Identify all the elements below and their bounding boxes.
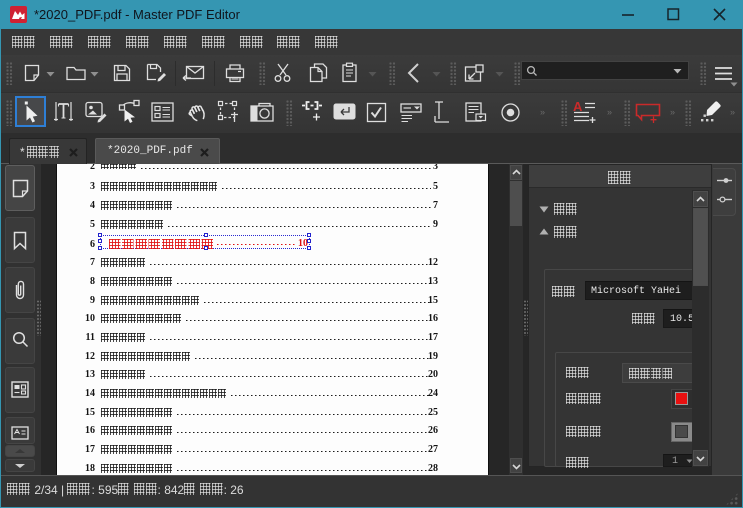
svg-text:A: A — [573, 99, 583, 114]
